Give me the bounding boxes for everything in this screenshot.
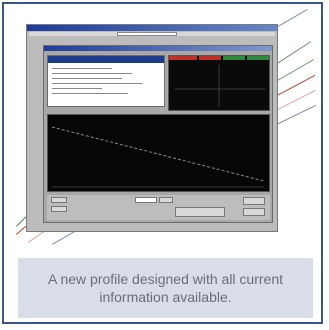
control-button[interactable] — [175, 207, 225, 217]
scope-display — [168, 55, 270, 111]
control-field[interactable] — [51, 206, 67, 212]
table-row — [52, 73, 132, 74]
table-row — [52, 83, 142, 84]
plot-trace — [51, 126, 265, 188]
caption-box: A new profile designed with all current … — [18, 258, 313, 318]
scope-tab — [223, 56, 245, 60]
profile-window — [43, 45, 273, 223]
main-plot — [47, 114, 270, 192]
table-row — [52, 88, 102, 89]
table-row — [52, 93, 128, 94]
table-row — [52, 78, 122, 79]
data-table-panel — [47, 55, 165, 107]
toolbar-field — [117, 32, 177, 36]
control-button[interactable] — [243, 208, 265, 216]
application-window — [26, 24, 278, 232]
caption-text: A new profile designed with all current … — [47, 271, 284, 305]
scope-tab — [247, 56, 269, 60]
control-field[interactable] — [51, 197, 67, 203]
scope-tab — [169, 56, 197, 60]
profile-window-titlebar — [44, 46, 272, 51]
control-field[interactable] — [135, 197, 157, 203]
table-row — [52, 68, 112, 69]
screenshot-area — [12, 9, 317, 245]
control-button[interactable] — [159, 197, 173, 203]
control-button[interactable] — [243, 197, 265, 205]
figure-frame: A new profile designed with all current … — [2, 2, 323, 324]
table-header — [48, 56, 164, 63]
window-titlebar — [27, 25, 277, 31]
control-panel — [47, 195, 270, 220]
scope-trace — [175, 65, 265, 107]
scope-tab — [199, 56, 221, 60]
